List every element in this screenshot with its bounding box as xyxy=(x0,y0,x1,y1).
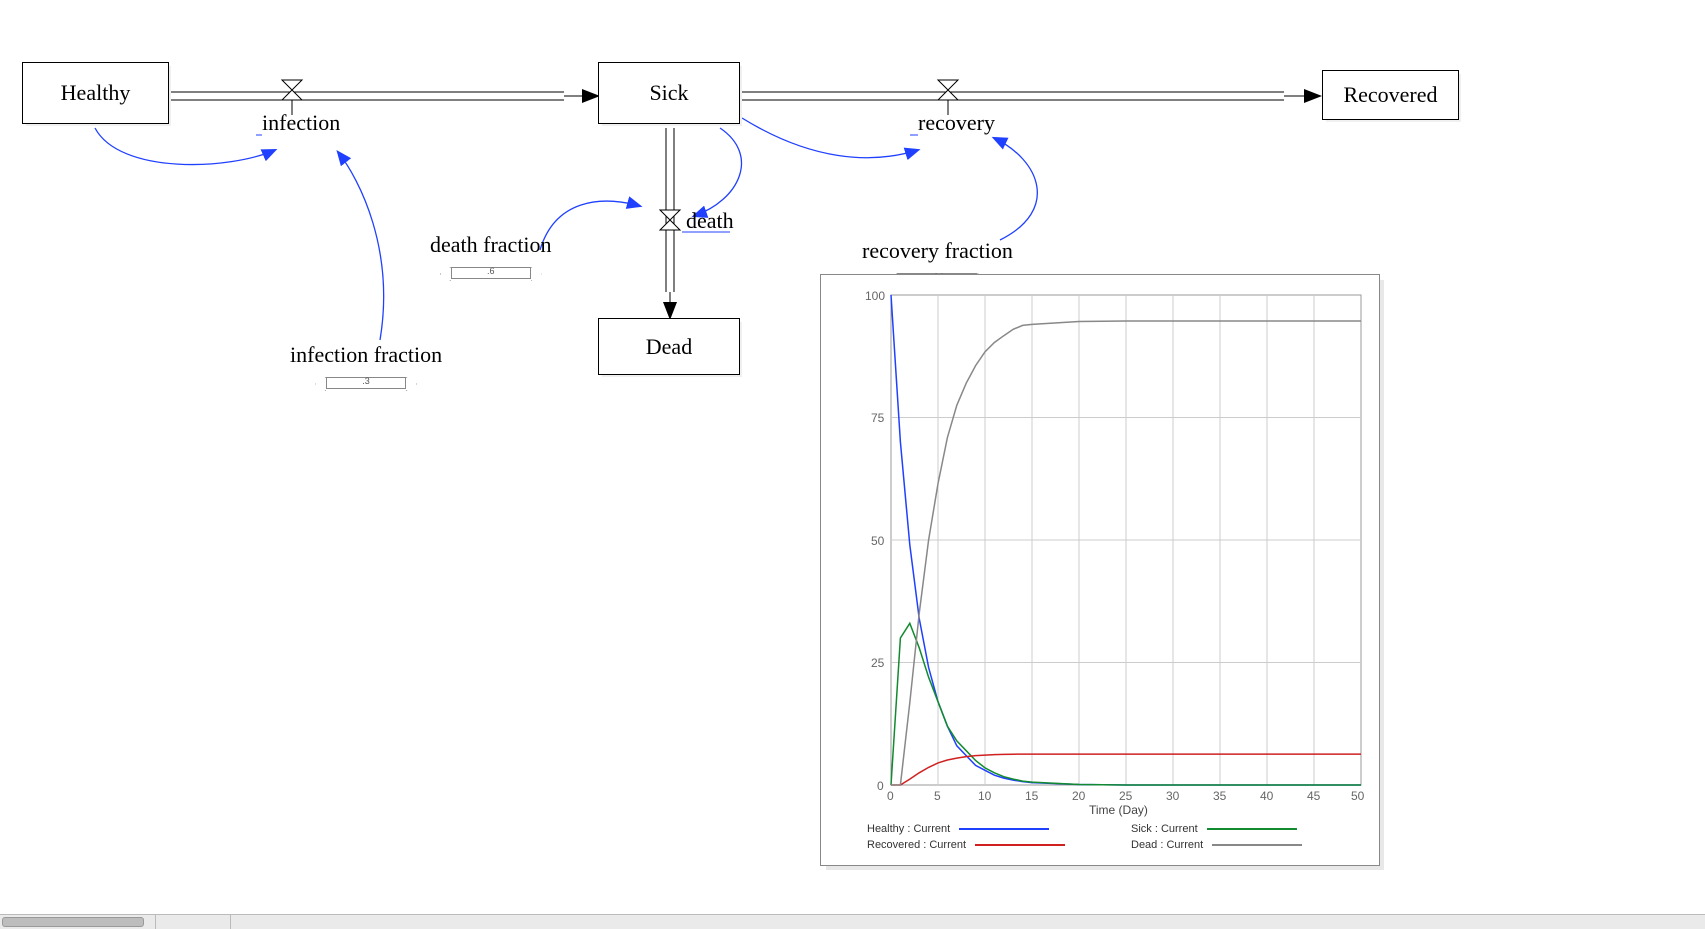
slider-value: .6 xyxy=(452,266,530,276)
flow-label-infection[interactable]: infection xyxy=(262,110,340,136)
legend-swatch-recovered xyxy=(975,844,1065,846)
x-tick-40: 40 xyxy=(1260,789,1273,803)
arc-deathfraction-to-death xyxy=(540,201,640,250)
stock-label: Sick xyxy=(649,80,688,106)
x-tick-20: 20 xyxy=(1072,789,1085,803)
chart-plot-svg xyxy=(821,275,1379,865)
legend-label: Healthy : Current xyxy=(867,823,950,835)
scrollbar-divider xyxy=(155,915,156,929)
diagram-canvas[interactable]: Healthy Sick Recovered Dead infection re… xyxy=(0,0,1705,929)
slider-label: infection fraction xyxy=(290,342,442,368)
flow-pipe-infection xyxy=(168,92,598,100)
flow-label-recovery[interactable]: recovery xyxy=(918,110,995,136)
legend-label: Recovered : Current xyxy=(867,839,966,851)
legend-label: Sick : Current xyxy=(1131,823,1198,835)
arc-sick-to-death xyxy=(694,128,741,216)
y-tick-25: 25 xyxy=(871,656,884,670)
slider-label: recovery fraction xyxy=(862,238,1013,264)
legend-healthy: Healthy : Current xyxy=(867,823,1055,835)
y-tick-50: 50 xyxy=(871,534,884,548)
arc-infectionfraction-to-infection xyxy=(338,152,384,340)
x-axis-title: Time (Day) xyxy=(1089,803,1148,817)
y-tick-0: 0 xyxy=(877,779,884,793)
arc-healthy-to-infection xyxy=(95,128,275,165)
y-tick-75: 75 xyxy=(871,411,884,425)
legend-label: Dead : Current xyxy=(1131,839,1203,851)
slider-label: death fraction xyxy=(430,232,552,258)
arc-sick-to-recovery xyxy=(742,118,918,158)
x-tick-0: 0 xyxy=(887,789,894,803)
legend-swatch-sick xyxy=(1207,828,1297,830)
stock-label: Recovered xyxy=(1343,82,1437,108)
legend-dead: Dead : Current xyxy=(1131,839,1308,851)
slider-death-fraction[interactable]: death fraction .6 xyxy=(430,232,552,284)
scrollbar-thumb[interactable] xyxy=(2,917,144,927)
x-tick-45: 45 xyxy=(1307,789,1320,803)
stock-label: Healthy xyxy=(61,80,131,106)
x-tick-30: 30 xyxy=(1166,789,1179,803)
legend-sick: Sick : Current xyxy=(1131,823,1303,835)
legend-swatch-healthy xyxy=(959,828,1049,830)
x-tick-5: 5 xyxy=(934,789,941,803)
x-tick-15: 15 xyxy=(1025,789,1038,803)
y-tick-100: 100 xyxy=(865,289,885,303)
stock-healthy[interactable]: Healthy xyxy=(22,62,169,124)
legend-recovered: Recovered : Current xyxy=(867,839,1071,851)
slider-value: .3 xyxy=(327,376,405,386)
x-tick-50: 50 xyxy=(1351,789,1364,803)
slider-bar[interactable]: .3 xyxy=(326,377,406,389)
legend-swatch-dead xyxy=(1212,844,1302,846)
stock-sick[interactable]: Sick xyxy=(598,62,740,124)
flow-label-death[interactable]: death xyxy=(686,208,734,234)
x-tick-25: 25 xyxy=(1119,789,1132,803)
stock-label: Dead xyxy=(646,334,692,360)
x-tick-10: 10 xyxy=(978,789,991,803)
valve-death[interactable] xyxy=(660,210,680,230)
scrollbar-divider xyxy=(230,915,231,929)
arc-recoveryfraction-to-recovery xyxy=(994,138,1037,240)
horizontal-scrollbar[interactable] xyxy=(0,914,1705,929)
slider-infection-fraction[interactable]: infection fraction .3 xyxy=(290,342,442,394)
flow-pipe-recovery xyxy=(742,92,1320,100)
stock-recovered[interactable]: Recovered xyxy=(1322,70,1459,120)
slider-bar[interactable]: .6 xyxy=(451,267,531,279)
chart-panel[interactable]: 100 75 50 25 0 0 5 10 15 20 25 30 35 40 … xyxy=(820,274,1380,866)
x-tick-35: 35 xyxy=(1213,789,1226,803)
stock-dead[interactable]: Dead xyxy=(598,318,740,375)
